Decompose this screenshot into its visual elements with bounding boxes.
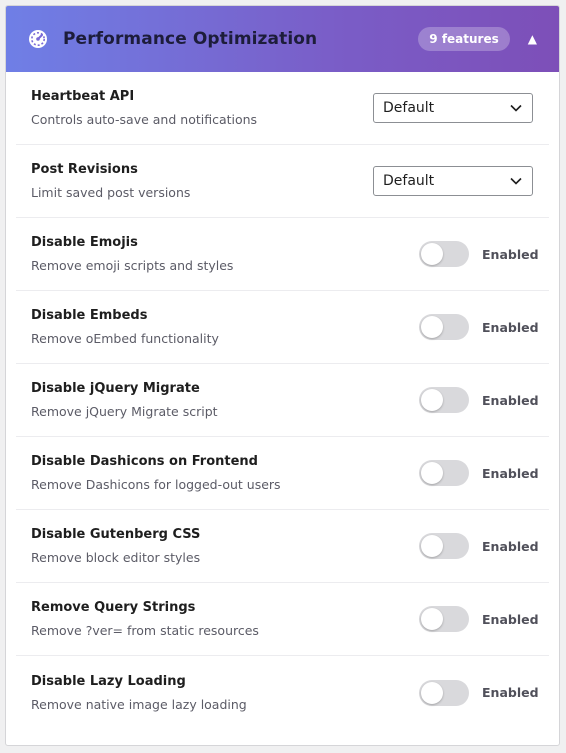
setting-title: Disable Embeds [31, 308, 148, 323]
speedometer-icon [28, 29, 48, 49]
setting-title: Disable Dashicons on Frontend [31, 454, 258, 469]
toggle-status-label: Enabled [482, 319, 539, 335]
toggle-knob [421, 535, 443, 557]
toggle-knob [421, 462, 443, 484]
setting-row-disable-embeds: Disable Embeds Remove oEmbed functionali… [16, 291, 549, 364]
setting-row-post-revisions: Post Revisions Limit saved post versions… [16, 145, 549, 218]
toggle-status-label: Enabled [482, 538, 539, 554]
setting-description: Remove oEmbed functionality [31, 331, 219, 346]
setting-row-disable-jquery-migrate: Disable jQuery Migrate Remove jQuery Mig… [16, 364, 549, 437]
setting-row-disable-lazy-loading: Disable Lazy Loading Remove native image… [16, 656, 549, 729]
disable-lazy-loading-toggle[interactable] [419, 679, 469, 706]
setting-title: Disable Lazy Loading [31, 673, 186, 689]
setting-title: Disable jQuery Migrate [31, 381, 200, 396]
disable-dashicons-toggle[interactable] [419, 460, 469, 486]
toggle-knob [421, 243, 443, 265]
toggle-status-label: Enabled [482, 465, 539, 481]
disable-gutenberg-css-toggle[interactable] [419, 533, 469, 559]
toggle-status-label: Enabled [482, 611, 539, 627]
features-count-badge: 9 features [418, 27, 510, 51]
setting-description: Remove block editor styles [31, 550, 201, 565]
toggle-knob [421, 608, 443, 630]
setting-row-disable-gutenberg-css: Disable Gutenberg CSS Remove block edito… [16, 510, 549, 583]
select-value: Default [383, 173, 435, 189]
toggle-knob [421, 316, 443, 338]
performance-panel: Performance Optimization 9 features ▲ He… [5, 5, 560, 746]
setting-description: Remove Dashicons for logged-out users [31, 477, 281, 492]
setting-description: Remove emoji scripts and styles [31, 258, 234, 273]
remove-query-strings-toggle[interactable] [419, 606, 469, 632]
setting-title: Post Revisions [31, 162, 138, 177]
setting-row-disable-emojis: Disable Emojis Remove emoji scripts and … [16, 218, 549, 291]
toggle-knob [421, 681, 443, 704]
disable-embeds-toggle[interactable] [419, 314, 469, 340]
setting-title: Disable Gutenberg CSS [31, 527, 201, 542]
panel-title: Performance Optimization [63, 29, 318, 49]
heartbeat-api-select[interactable]: Default [373, 93, 533, 123]
disable-jquery-migrate-toggle[interactable] [419, 387, 469, 413]
toggle-status-label: Enabled [482, 685, 539, 700]
toggle-status-label: Enabled [482, 246, 539, 262]
setting-title: Disable Emojis [31, 235, 138, 250]
settings-list: Heartbeat API Controls auto-save and not… [6, 72, 559, 729]
setting-title: Remove Query Strings [31, 600, 196, 615]
select-value: Default [383, 100, 435, 116]
toggle-knob [421, 389, 443, 411]
post-revisions-select[interactable]: Default [373, 166, 533, 196]
setting-description: Controls auto-save and notifications [31, 112, 258, 127]
setting-row-disable-dashicons: Disable Dashicons on Frontend Remove Das… [16, 437, 549, 510]
collapse-toggle-icon[interactable]: ▲ [528, 32, 537, 46]
setting-description: Remove native image lazy loading [31, 696, 247, 712]
setting-row-remove-query-strings: Remove Query Strings Remove ?ver= from s… [16, 583, 549, 656]
setting-title: Heartbeat API [31, 89, 135, 104]
chevron-down-icon [510, 177, 522, 185]
setting-description: Remove ?ver= from static resources [31, 623, 259, 638]
toggle-status-label: Enabled [482, 392, 539, 408]
setting-row-heartbeat-api: Heartbeat API Controls auto-save and not… [16, 72, 549, 145]
chevron-down-icon [510, 104, 522, 112]
disable-emojis-toggle[interactable] [419, 241, 469, 267]
panel-header[interactable]: Performance Optimization 9 features ▲ [6, 6, 559, 72]
setting-description: Limit saved post versions [31, 185, 191, 200]
setting-description: Remove jQuery Migrate script [31, 404, 218, 419]
